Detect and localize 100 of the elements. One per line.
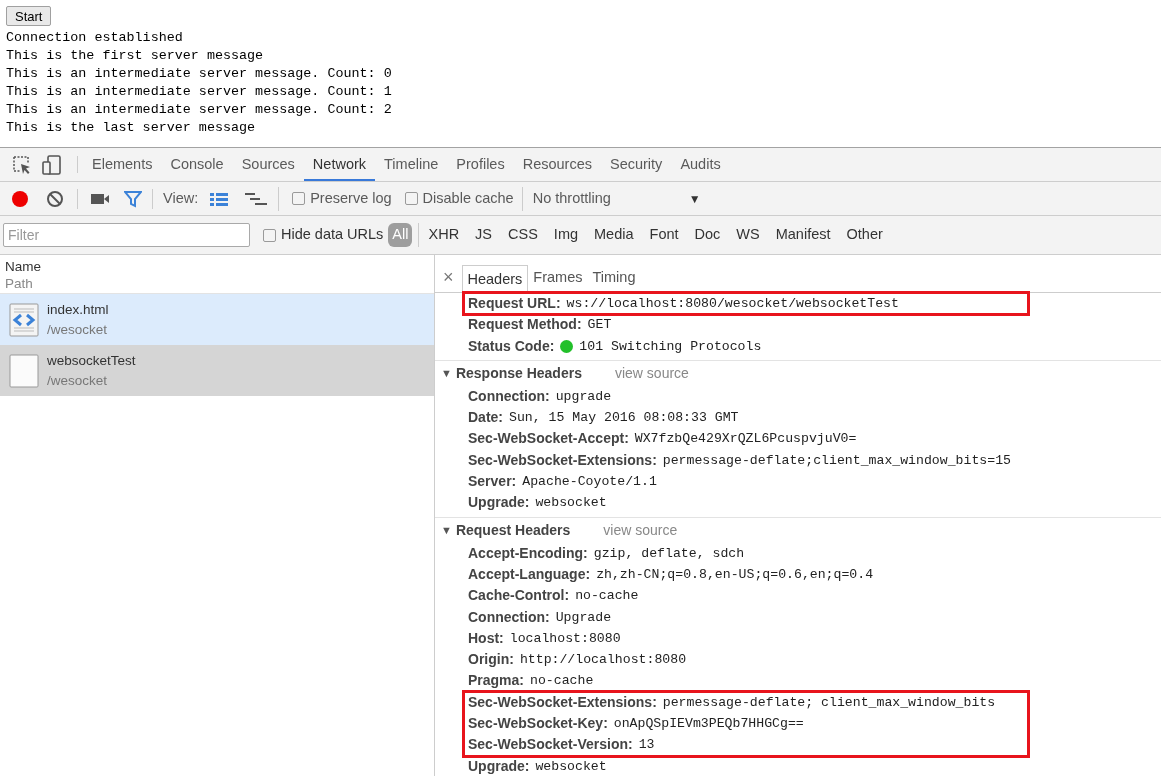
view-source-link[interactable]: view source: [614, 362, 689, 385]
panel-tab[interactable]: Resources: [513, 148, 601, 181]
header-name: Sec-WebSocket-Extensions:: [468, 450, 657, 470]
filter-icon[interactable]: [124, 189, 142, 208]
type-filter[interactable]: WS: [728, 224, 768, 246]
header-value: no-cache: [530, 672, 594, 691]
checkbox[interactable]: [263, 228, 276, 242]
clear-icon[interactable]: [46, 189, 64, 208]
log-line: Connection established: [6, 29, 184, 47]
type-filter[interactable]: CSS: [500, 224, 546, 246]
header-name: Request Method:: [468, 315, 582, 335]
header-name: Upgrade:: [468, 756, 530, 776]
view-label: View:: [163, 188, 199, 208]
header-value: websocket: [535, 494, 607, 513]
header-value: gzip, deflate, sdch: [593, 544, 745, 563]
panel-tab[interactable]: Audits: [671, 148, 730, 181]
panel-tab[interactable]: Sources: [232, 148, 304, 181]
panel-tab[interactable]: Timeline: [375, 148, 448, 181]
header-value: websocket: [535, 757, 607, 776]
header-value: 13: [638, 736, 655, 755]
request-name: index.html: [47, 300, 109, 319]
header-value: http://localhost:8080: [519, 651, 687, 670]
section-title[interactable]: Request Headers: [455, 519, 571, 541]
log-line: This is the last server message: [6, 119, 257, 137]
header-name: Date:: [468, 408, 503, 428]
header-name: Upgrade:: [468, 493, 530, 513]
request-path: /wesocket: [47, 320, 109, 339]
log-line: This is the first server message: [6, 47, 265, 65]
header-name: Sec-WebSocket-Version:: [468, 735, 633, 755]
panel-tab[interactable]: Profiles: [447, 148, 514, 181]
column-header[interactable]: Name: [5, 258, 434, 275]
header-name: Accept-Language:: [468, 564, 591, 584]
section-title[interactable]: Response Headers: [455, 362, 582, 385]
header-name: Connection:: [468, 607, 550, 627]
request-path: /wesocket: [47, 371, 109, 390]
checkbox-label[interactable]: Disable cache: [422, 187, 514, 210]
header-value: 101 Switching Protocols: [579, 337, 762, 356]
header-value: ws://localhost:8080/wesocket/websocketTest: [566, 295, 899, 313]
header-name: Cache-Control:: [468, 586, 570, 606]
html-file-icon: [9, 302, 39, 337]
record-icon[interactable]: [10, 188, 30, 209]
detail-tab[interactable]: Timing: [587, 264, 641, 292]
header-name: Server:: [468, 472, 517, 492]
detail-tab[interactable]: Frames: [528, 264, 588, 292]
log-line: This is an intermediate server message. Count: 0: [6, 65, 393, 83]
type-filter[interactable]: Img: [545, 224, 587, 246]
view-source-link[interactable]: view source: [603, 519, 678, 541]
header-value: zh,zh-CN;q=0.8,en-US;q=0.6,en;q=0.4: [596, 565, 874, 584]
request-name: websocketTest: [47, 351, 136, 370]
list-view-icon[interactable]: [210, 191, 229, 206]
header-name: Accept-Encoding:: [468, 543, 588, 563]
type-filter[interactable]: JS: [467, 224, 501, 246]
waterfall-icon[interactable]: [245, 191, 268, 206]
header-value: GET: [587, 316, 612, 335]
header-value: Sun, 15 May 2016 08:08:33 GMT: [509, 409, 739, 428]
panel-tab[interactable]: Elements: [83, 148, 162, 181]
request-row[interactable]: index.html /wesocket: [0, 294, 434, 345]
header-name: Pragma:: [468, 671, 525, 691]
close-button[interactable]: ×: [443, 266, 454, 289]
checkbox-label[interactable]: Hide data URLs: [281, 224, 384, 246]
header-value: onApQSpIEVm3PEQb7HHGCg==: [613, 715, 804, 734]
header-value: Upgrade: [555, 608, 612, 627]
panel-tab[interactable]: Console: [161, 148, 233, 181]
header-value: permessage-deflate; client_max_window_bits: [662, 693, 996, 712]
header-value: WX7fzbQe429XrQZL6PcuspvjuV0=: [634, 430, 857, 449]
header-value: upgrade: [555, 387, 612, 406]
detail-tab[interactable]: Headers: [461, 265, 529, 293]
header-name: Origin:: [468, 650, 514, 670]
type-filter[interactable]: XHR: [420, 224, 468, 246]
type-filter[interactable]: Font: [641, 224, 687, 246]
header-value: Apache-Coyote/1.1: [522, 473, 657, 492]
file-icon: [9, 353, 39, 388]
header-name: Sec-WebSocket-Key:: [468, 714, 608, 734]
checkbox[interactable]: [404, 192, 418, 205]
column-header[interactable]: Path: [5, 275, 434, 292]
header-name: Request URL:: [468, 294, 561, 313]
header-value: no-cache: [575, 587, 639, 606]
log-line: This is an intermediate server message. Count: 2: [6, 101, 393, 119]
header-value: permessage-deflate;client_max_window_bits=15: [662, 451, 1011, 470]
header-name: Sec-WebSocket-Extensions:: [468, 692, 657, 712]
expand-toggle[interactable]: ▼: [441, 362, 452, 385]
type-filter[interactable]: Other: [838, 224, 891, 246]
request-row[interactable]: websocketTest /wesocket: [0, 345, 434, 396]
type-filter[interactable]: Manifest: [767, 224, 839, 246]
checkbox[interactable]: [292, 192, 306, 205]
inspect-icon[interactable]: [11, 153, 33, 176]
expand-toggle[interactable]: ▼: [441, 519, 452, 541]
type-filter[interactable]: Media: [586, 224, 642, 246]
checkbox-label[interactable]: Preserve log: [310, 187, 392, 210]
start-button[interactable]: Start: [6, 6, 52, 26]
header-name: Connection:: [468, 386, 550, 406]
log-line: This is an intermediate server message. Count: 1: [6, 83, 393, 101]
header-name: Sec-WebSocket-Accept:: [468, 429, 629, 449]
panel-tab[interactable]: Security: [601, 148, 672, 181]
camera-icon[interactable]: [90, 191, 110, 206]
filter-field[interactable]: Filter: [3, 223, 250, 247]
throttling-dropdown[interactable]: No throttling ▼: [526, 185, 709, 212]
type-filter[interactable]: Doc: [686, 224, 729, 246]
header-name: Host:: [468, 628, 504, 648]
device-icon[interactable]: [41, 153, 63, 176]
